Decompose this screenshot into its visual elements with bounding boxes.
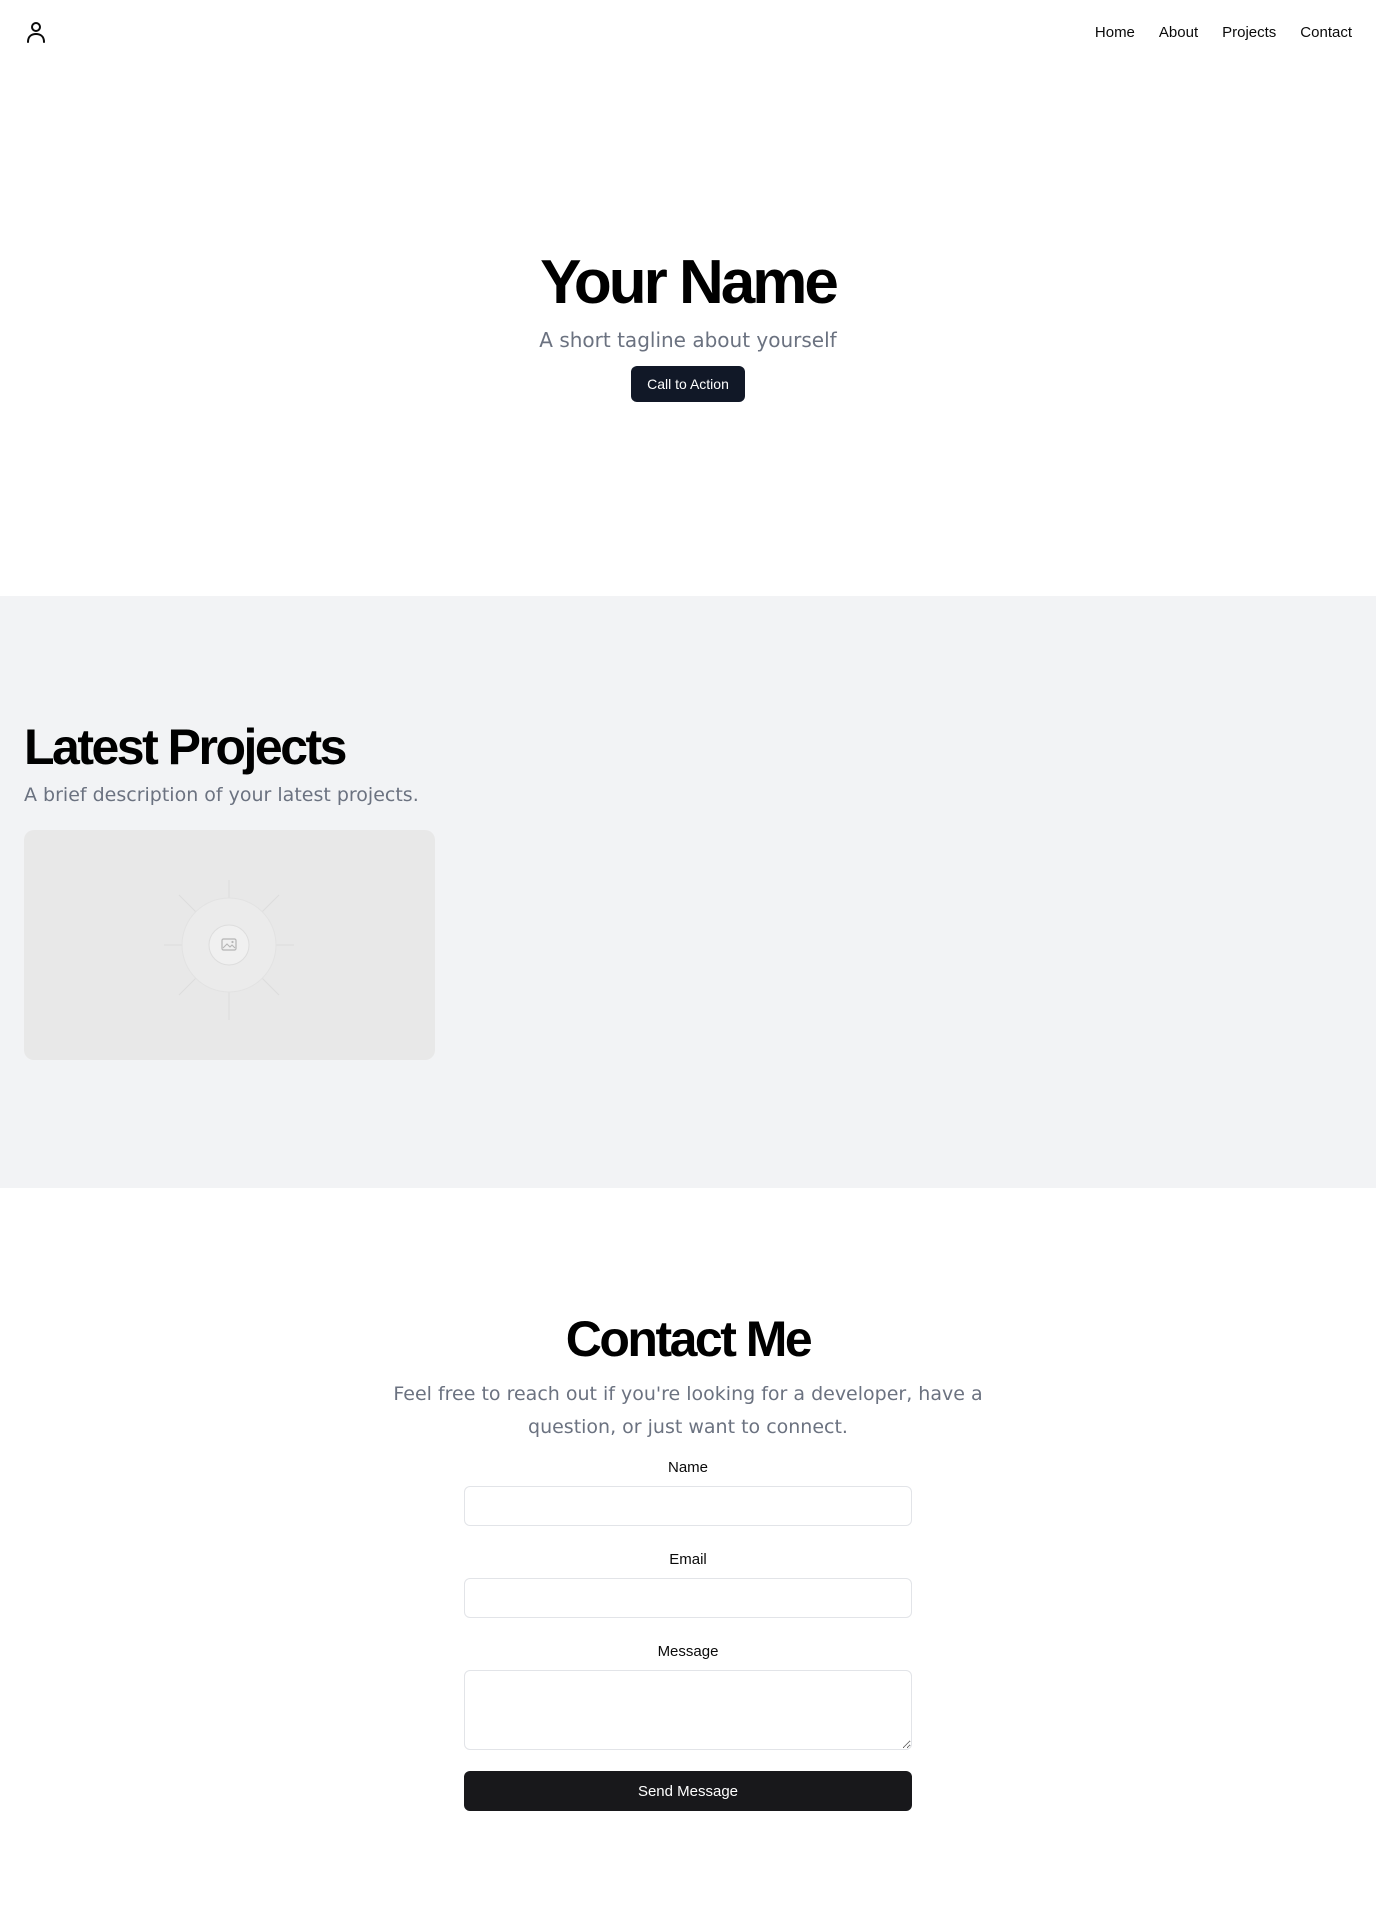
message-textarea[interactable] [464, 1670, 912, 1750]
message-label: Message [657, 1643, 719, 1660]
main-nav: Home About Projects Contact [1095, 24, 1352, 41]
hero-section: Your Name A short tagline about yourself… [0, 64, 1376, 596]
hero-title: Your Name [540, 248, 839, 317]
nav-contact-link[interactable]: Contact [1300, 24, 1352, 41]
contact-intro: Feel free to reach out if you're looking… [393, 1383, 983, 1438]
email-input[interactable] [464, 1578, 912, 1618]
projects-title: Latest Projects [24, 719, 347, 775]
call-to-action-button[interactable]: Call to Action [631, 366, 745, 402]
message-field-group: Message [464, 1642, 912, 1755]
name-input[interactable] [464, 1486, 912, 1526]
projects-section: Latest Projects A brief description of y… [0, 596, 1376, 1188]
email-label: Email [669, 1551, 707, 1568]
image-placeholder-icon [164, 880, 294, 1020]
name-label: Name [667, 1459, 708, 1476]
contact-form: Name Email Message Send Message [464, 1458, 912, 1811]
send-message-button[interactable]: Send Message [464, 1771, 912, 1811]
user-icon[interactable] [24, 20, 48, 44]
contact-section: Contact Me Feel free to reach out if you… [0, 1188, 1376, 1912]
nav-about-link[interactable]: About [1159, 24, 1198, 41]
contact-title: Contact Me [565, 1311, 813, 1367]
site-header: Home About Projects Contact [0, 0, 1376, 64]
nav-projects-link[interactable]: Projects [1222, 24, 1276, 41]
hero-tagline: A short tagline about yourself [539, 328, 837, 352]
name-field-group: Name [464, 1458, 912, 1526]
projects-description: A brief description of your latest proje… [24, 784, 419, 806]
nav-home-link[interactable]: Home [1095, 24, 1135, 41]
email-field-group: Email [464, 1550, 912, 1618]
project-card[interactable] [24, 830, 435, 1060]
